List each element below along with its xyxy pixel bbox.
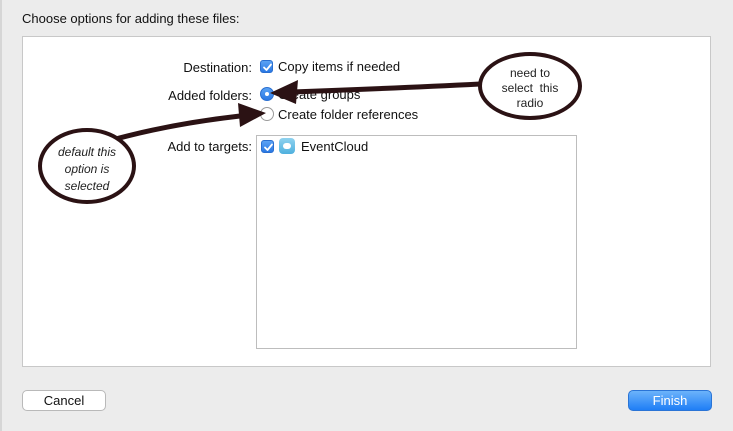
target-eventcloud-label[interactable]: EventCloud <box>301 139 368 154</box>
create-groups-label[interactable]: Create groups <box>278 87 360 102</box>
create-groups-radio[interactable] <box>260 87 274 101</box>
annotation-left-line-1: default this <box>57 145 117 159</box>
targets-list[interactable] <box>256 135 577 349</box>
cancel-button[interactable]: Cancel <box>22 390 106 411</box>
added-folders-label: Added folders: <box>168 88 252 103</box>
create-folder-references-label[interactable]: Create folder references <box>278 107 418 122</box>
window-edge <box>0 0 2 431</box>
checkmark-icon <box>264 143 273 151</box>
annotation-need-to-select: need to select this radio <box>478 52 582 120</box>
annotation-default-selected: default this option is selected <box>38 128 136 204</box>
annotation-right-line-3: radio <box>516 96 544 110</box>
add-files-options-sheet: Choose options for adding these files: D… <box>0 0 733 431</box>
copy-items-checkbox[interactable] <box>260 60 273 73</box>
checkmark-icon <box>263 63 272 71</box>
annotation-right-line-1: need to <box>509 66 551 80</box>
create-folder-references-radio[interactable] <box>260 107 274 121</box>
target-eventcloud-checkbox[interactable] <box>261 140 274 153</box>
cloud-app-icon <box>279 138 295 154</box>
copy-items-label[interactable]: Copy items if needed <box>278 59 400 74</box>
annotation-right-line-2: select this <box>501 81 559 95</box>
dialog-title: Choose options for adding these files: <box>22 11 240 26</box>
annotation-left-line-3: selected <box>64 179 110 193</box>
annotation-left-line-2: option is <box>64 162 110 176</box>
finish-button[interactable]: Finish <box>628 390 712 411</box>
destination-label: Destination: <box>183 60 252 75</box>
